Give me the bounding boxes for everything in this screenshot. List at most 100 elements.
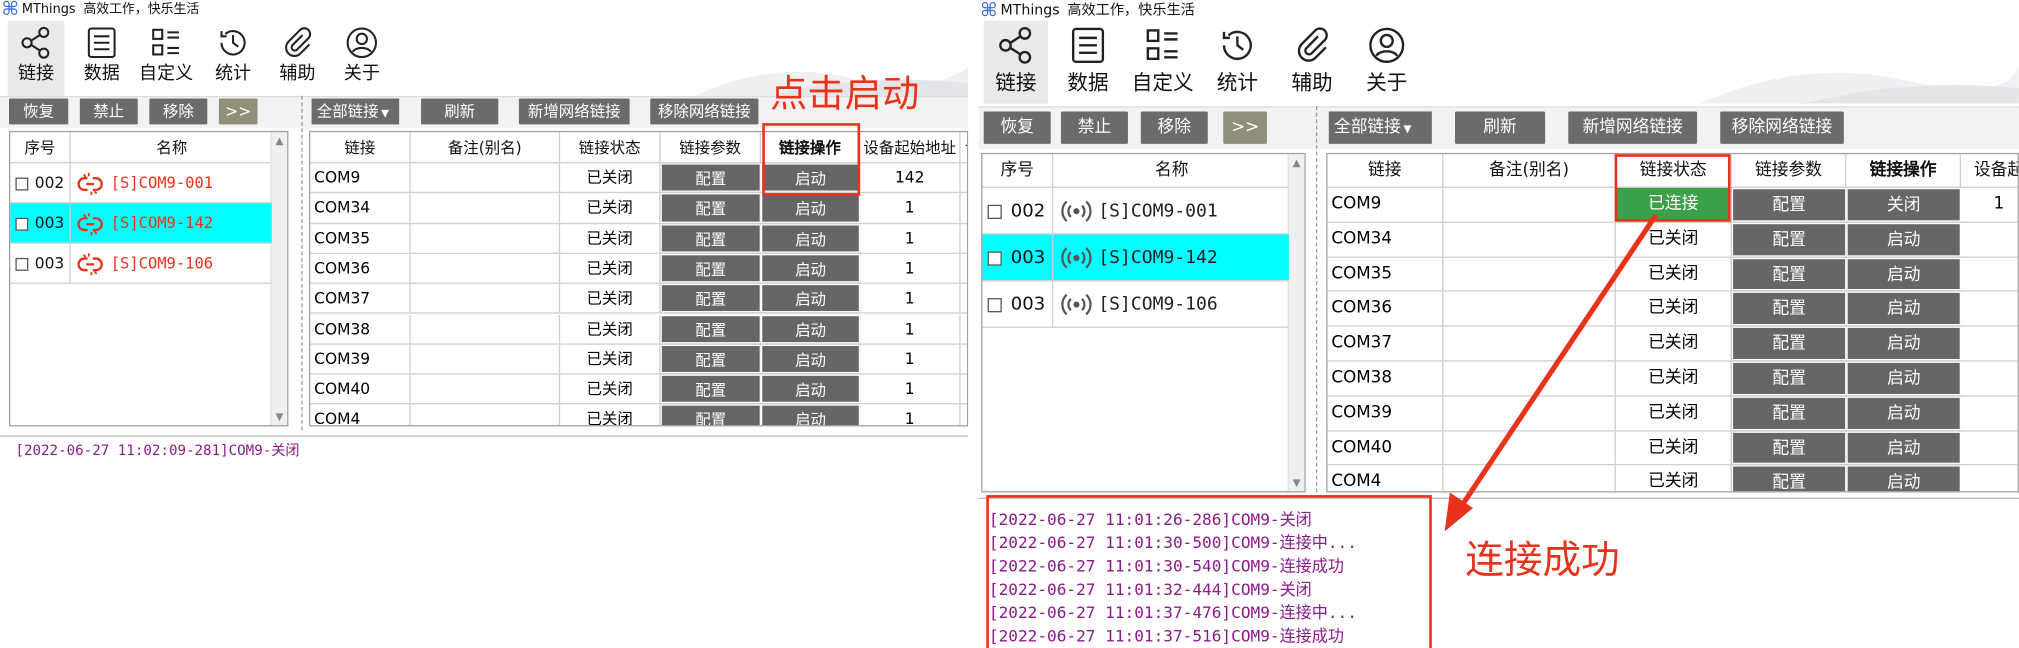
list-item[interactable]: 003 [S]COM9-106 — [982, 281, 1289, 328]
start-address-cell: 1 — [860, 223, 961, 253]
config-button[interactable]: 配置 — [1731, 431, 1847, 465]
row-checkbox[interactable] — [987, 204, 1002, 219]
remove-network-button[interactable]: 移除网络链接 — [1720, 111, 1844, 144]
toolbar-assist[interactable]: 辅助 — [1282, 21, 1341, 104]
config-button[interactable]: 配置 — [1731, 465, 1847, 492]
vertical-splitter[interactable] — [1315, 106, 1318, 493]
config-button[interactable]: 配置 — [1731, 187, 1847, 222]
config-button[interactable]: 配置 — [660, 284, 761, 313]
start-button[interactable]: 启动 — [1846, 326, 1962, 361]
toolbar-stats[interactable]: 统计 — [1208, 21, 1267, 104]
config-button[interactable]: 配置 — [660, 253, 761, 283]
config-button[interactable]: 配置 — [1731, 292, 1847, 326]
toolbar-label: 自定义 — [139, 63, 194, 85]
extra-cell — [961, 284, 967, 313]
row-checkbox[interactable] — [15, 257, 29, 271]
start-button[interactable]: 启动 — [1846, 222, 1962, 257]
restore-button[interactable]: 恢复 — [983, 111, 1051, 144]
disable-button[interactable]: 禁止 — [79, 98, 138, 125]
toolbar-links[interactable]: 链接 — [7, 20, 65, 96]
start-button[interactable]: 启动 — [760, 374, 861, 404]
filter-dropdown[interactable]: 全部链接 ▼ — [1328, 111, 1432, 144]
list-item[interactable]: 003 [S]COM9-142 — [982, 234, 1289, 282]
config-button[interactable]: 配置 — [1731, 396, 1847, 430]
add-network-button[interactable]: 新增网络链接 — [1568, 111, 1698, 144]
list-item[interactable]: 003 [S]COM9-142 — [10, 203, 272, 244]
note-cell — [411, 284, 561, 313]
list-item[interactable]: 002 [S]COM9-001 — [10, 163, 272, 204]
start-button[interactable]: 启动 — [760, 344, 861, 374]
toolbar-custom[interactable]: 自定义 — [1125, 21, 1200, 104]
toolbar-data[interactable]: 数据 — [1058, 21, 1117, 104]
row-checkbox[interactable] — [987, 297, 1002, 312]
row-checkbox[interactable] — [15, 176, 29, 190]
list-item[interactable]: 003 [S]COM9-106 — [10, 243, 272, 284]
start-button[interactable]: 启动 — [760, 253, 861, 283]
chevron-down-icon: ▼ — [381, 107, 390, 120]
start-button[interactable]: 启动 — [1846, 431, 1962, 465]
config-button[interactable]: 配置 — [660, 344, 761, 374]
start-button[interactable]: 启动 — [760, 404, 861, 426]
toolbar-links[interactable]: 链接 — [983, 20, 1049, 104]
row-checkbox[interactable] — [987, 250, 1002, 266]
scroll-down-icon: ▼ — [275, 410, 284, 423]
toolbar-label: 统计 — [215, 63, 252, 85]
toolbar-about[interactable]: 关于 — [335, 21, 389, 96]
note-cell — [411, 344, 561, 374]
toolbar-about[interactable]: 关于 — [1357, 21, 1416, 104]
filter-dropdown[interactable]: 全部链接 ▼ — [311, 98, 400, 125]
config-button[interactable]: 配置 — [1731, 361, 1847, 396]
add-network-button[interactable]: 新增网络链接 — [518, 98, 630, 125]
start-button[interactable]: 启动 — [760, 314, 861, 344]
start-button[interactable]: 启动 — [1846, 292, 1962, 326]
scroll-down-icon: ▼ — [1292, 476, 1301, 489]
restore-button[interactable]: 恢复 — [9, 98, 69, 125]
extra-cell — [961, 375, 967, 404]
start-button[interactable]: 启动 — [1846, 465, 1962, 492]
remove-button[interactable]: 移除 — [149, 98, 208, 125]
refresh-button[interactable]: 刷新 — [421, 98, 499, 125]
note-cell — [411, 374, 561, 404]
highlight-log-panel — [986, 495, 1432, 648]
config-button[interactable]: 配置 — [660, 163, 761, 193]
config-button[interactable]: 配置 — [660, 404, 761, 426]
start-button[interactable]: 启动 — [1846, 396, 1962, 430]
start-button[interactable]: 启动 — [760, 193, 861, 223]
config-button[interactable]: 配置 — [1731, 257, 1847, 291]
extra-cell — [961, 405, 967, 425]
table-header-row: 链接备注(别名)链接状态链接参数链接操作设备起始地址设 — [310, 132, 967, 164]
toolbar-stats[interactable]: 统计 — [206, 21, 260, 96]
config-button[interactable]: 配置 — [660, 314, 761, 344]
toolbar-custom[interactable]: 自定义 — [134, 21, 198, 96]
config-button[interactable]: 配置 — [1731, 222, 1847, 257]
status-cell: 已关闭 — [560, 193, 661, 223]
start-button[interactable]: 启动 — [1846, 257, 1962, 291]
more-button[interactable]: >> — [218, 98, 258, 125]
note-cell — [411, 163, 561, 193]
config-button[interactable]: 配置 — [660, 223, 761, 253]
toolbar-data[interactable]: 数据 — [75, 21, 129, 96]
cell-link: COM35 — [310, 223, 411, 253]
start-button[interactable]: 启动 — [1846, 361, 1962, 396]
config-button[interactable]: 配置 — [660, 193, 761, 223]
refresh-button[interactable]: 刷新 — [1454, 111, 1546, 144]
list-doc-icon — [87, 27, 116, 59]
list-item[interactable]: 002 [S]COM9-001 — [982, 187, 1289, 235]
close-button[interactable]: 关闭 — [1846, 187, 1962, 222]
start-button[interactable]: 启动 — [760, 284, 861, 313]
config-button[interactable]: 配置 — [660, 374, 761, 404]
config-button[interactable]: 配置 — [1731, 326, 1847, 361]
more-button[interactable]: >> — [1223, 111, 1267, 144]
remove-button[interactable]: 移除 — [1140, 111, 1208, 144]
device-list-scrollbar[interactable]: ▲ ▼ — [1287, 154, 1305, 492]
app-logo-icon — [981, 1, 996, 17]
column-header-status: 链接状态 — [560, 132, 661, 162]
disable-button[interactable]: 禁止 — [1060, 111, 1128, 144]
remove-network-button[interactable]: 移除网络链接 — [650, 98, 759, 125]
start-button[interactable]: 启动 — [760, 223, 861, 253]
toolbar-assist[interactable]: 辅助 — [270, 21, 324, 96]
device-list-scrollbar[interactable]: ▲ ▼ — [270, 132, 288, 426]
start-address-cell: 1 — [860, 404, 961, 426]
vertical-splitter[interactable] — [301, 95, 303, 431]
row-checkbox[interactable] — [15, 217, 29, 231]
